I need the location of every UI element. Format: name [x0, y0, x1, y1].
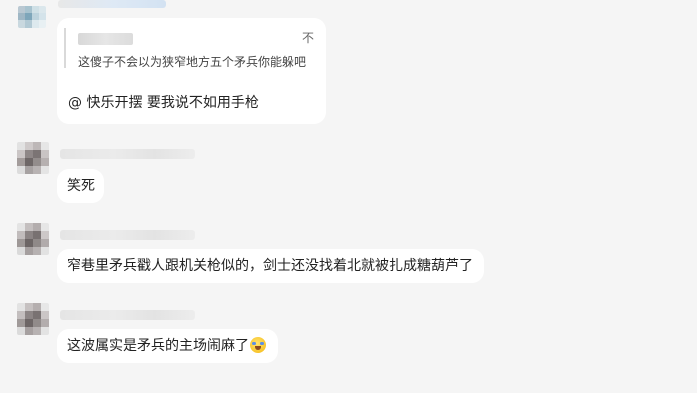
avatar[interactable] [18, 6, 46, 28]
quoted-sender-name-blurred [78, 33, 133, 45]
avatar[interactable] [17, 303, 49, 335]
message-text: 窄巷里矛兵戳人跟机关枪似的，剑士还没找着北就被扎成糖葫芦了 [67, 258, 473, 274]
sender-name-blurred [60, 230, 195, 240]
message-text-row: 这波属实是矛兵的主场闹麻了 [67, 336, 266, 356]
collapse-quote-icon[interactable]: 不 [302, 31, 314, 45]
sender-name-blurred [60, 310, 195, 320]
chat-thread: 不 这傻子不会以为狭窄地方五个矛兵你能躲吧 @ 快乐开摆 要我说不如用手枪 笑死… [0, 0, 697, 393]
message-bubble[interactable]: 这波属实是矛兵的主场闹麻了 [57, 329, 278, 363]
sender-name-blurred [58, 0, 166, 8]
quoted-message[interactable]: 不 这傻子不会以为狭窄地方五个矛兵你能躲吧 [64, 28, 314, 69]
message-bubble[interactable]: 笑死 [57, 169, 104, 203]
quoted-message-text: 这傻子不会以为狭窄地方五个矛兵你能躲吧 [78, 55, 307, 69]
message-bubble[interactable]: 窄巷里矛兵戳人跟机关枪似的，剑士还没找着北就被扎成糖葫芦了 [57, 249, 484, 283]
tears-of-joy-emoji-icon [250, 337, 266, 353]
message-text: @ 快乐开摆 要我说不如用手枪 [68, 95, 259, 111]
avatar[interactable] [17, 223, 49, 255]
message-text: 这波属实是矛兵的主场闹麻了 [67, 338, 249, 354]
message-bubble[interactable]: 不 这傻子不会以为狭窄地方五个矛兵你能躲吧 @ 快乐开摆 要我说不如用手枪 [57, 18, 326, 124]
message-text: 笑死 [67, 178, 95, 194]
avatar[interactable] [17, 142, 49, 174]
sender-name-blurred [60, 149, 195, 159]
